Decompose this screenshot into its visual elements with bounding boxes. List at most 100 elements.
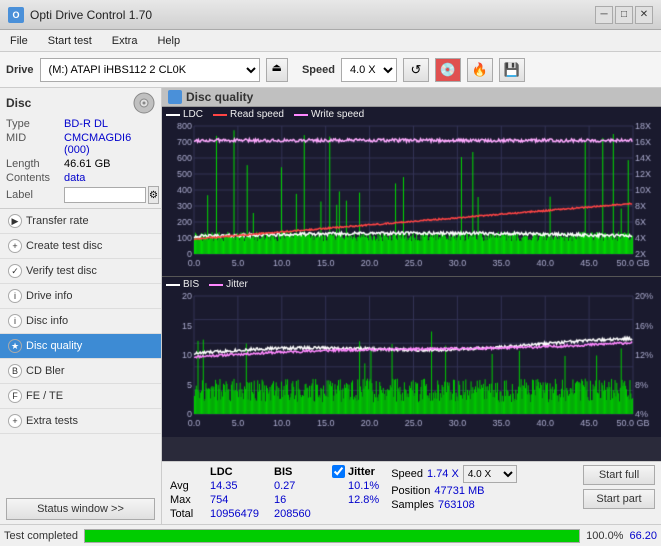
cd-bler-icon: B	[8, 364, 22, 378]
toolbar: Drive (M:) ATAPI iHBS112 2 CL0K ⏏ Speed …	[0, 52, 661, 88]
close-button[interactable]: ✕	[635, 6, 653, 24]
stats-table: LDC BIS Avg 14.35 0.27 Max 754 16 Total …	[168, 465, 324, 521]
menu-extra[interactable]: Extra	[106, 33, 144, 49]
stats-avg-bis: 0.27	[272, 479, 324, 493]
drive-info-icon: i	[8, 289, 22, 303]
stats-max-ldc: 754	[208, 493, 272, 507]
menu-start-test[interactable]: Start test	[42, 33, 98, 49]
samples-row: Samples 763108	[391, 499, 517, 511]
write-speed-legend-line	[294, 114, 308, 116]
status-text: Test completed	[4, 530, 78, 542]
disc-contents-key: Contents	[6, 172, 64, 184]
menubar: File Start test Extra Help	[0, 30, 661, 52]
jitter-checkbox[interactable]	[332, 465, 345, 478]
samples-value: 763108	[438, 499, 475, 511]
nav-disc-quality[interactable]: ★ Disc quality	[0, 334, 161, 359]
disc-type-val: BD-R DL	[64, 118, 108, 130]
transfer-rate-icon: ▶	[8, 214, 22, 228]
legend-read-speed: Read speed	[213, 109, 284, 120]
nav-transfer-rate-label: Transfer rate	[26, 215, 89, 227]
status-bar: Test completed 100.0% 66.20	[0, 524, 661, 546]
verify-test-disc-icon: ✓	[8, 264, 22, 278]
speed-stat-select[interactable]: 4.0 X	[463, 465, 517, 483]
jitter-avg: 10.1%	[332, 480, 379, 492]
stats-total-ldc: 10956479	[208, 507, 272, 521]
disc-info-icon: i	[8, 314, 22, 328]
top-chart-canvas	[162, 122, 661, 274]
jitter-row: Jitter	[332, 465, 379, 478]
nav-drive-info[interactable]: i Drive info	[0, 284, 161, 309]
disc-length-row: Length 46.61 GB	[6, 158, 155, 170]
stats-header-bis: BIS	[272, 465, 324, 479]
burn-button[interactable]: 🔥	[467, 58, 493, 82]
start-full-button[interactable]: Start full	[583, 465, 655, 485]
nav-verify-test-disc[interactable]: ✓ Verify test disc	[0, 259, 161, 284]
nav-fe-te[interactable]: F FE / TE	[0, 384, 161, 409]
refresh-button[interactable]: ↺	[403, 58, 429, 82]
content-area: Disc quality LDC Read speed	[162, 88, 661, 524]
sidebar: Disc Type BD-R DL MID CMCMAGDI6 (000) Le…	[0, 88, 162, 524]
progress-percent: 100.0%	[586, 530, 623, 542]
stats-avg-ldc: 14.35	[208, 479, 272, 493]
bis-legend-line	[166, 284, 180, 286]
speed-stat-label: Speed	[391, 468, 423, 480]
chart-header-icon	[168, 90, 182, 104]
disc-section-label: Disc	[6, 96, 31, 110]
disc-type-key: Type	[6, 118, 64, 130]
bis-legend-label: BIS	[183, 279, 199, 290]
titlebar: O Opti Drive Control 1.70 ─ □ ✕	[0, 0, 661, 30]
minimize-button[interactable]: ─	[595, 6, 613, 24]
position-row: Position 47731 MB	[391, 485, 517, 497]
stats-header-empty	[168, 465, 208, 479]
start-part-button[interactable]: Start part	[583, 489, 655, 509]
chart-title: Disc quality	[186, 90, 253, 104]
nav-disc-quality-label: Disc quality	[26, 340, 82, 352]
create-test-disc-icon: +	[8, 239, 22, 253]
save-button[interactable]: 💾	[499, 58, 525, 82]
progress-value: 66.20	[629, 530, 657, 542]
nav-create-test-disc-label: Create test disc	[26, 240, 102, 252]
maximize-button[interactable]: □	[615, 6, 633, 24]
disc-mid-val: CMCMAGDI6 (000)	[64, 132, 155, 156]
ldc-legend-line	[166, 114, 180, 116]
nav-disc-info-label: Disc info	[26, 315, 68, 327]
disc-panel-header: Disc	[6, 92, 155, 114]
stats-area: LDC BIS Avg 14.35 0.27 Max 754 16 Total …	[162, 461, 661, 524]
app-icon: O	[8, 7, 24, 23]
nav-drive-info-label: Drive info	[26, 290, 72, 302]
main-layout: Disc Type BD-R DL MID CMCMAGDI6 (000) Le…	[0, 88, 661, 524]
menu-help[interactable]: Help	[151, 33, 186, 49]
disc-label-row: Label ⚙	[6, 186, 155, 204]
legend-bis: BIS	[166, 279, 199, 290]
disc-label-btn[interactable]: ⚙	[148, 186, 159, 204]
eject-button[interactable]: ⏏	[266, 58, 288, 82]
write-speed-legend-label: Write speed	[311, 109, 364, 120]
drive-select[interactable]: (M:) ATAPI iHBS112 2 CL0K	[40, 58, 260, 82]
nav-extra-tests-label: Extra tests	[26, 415, 78, 427]
chart-header: Disc quality	[162, 88, 661, 107]
nav-transfer-rate[interactable]: ▶ Transfer rate	[0, 209, 161, 234]
menu-file[interactable]: File	[4, 33, 34, 49]
drive-label: Drive	[6, 64, 34, 76]
stats-header-ldc: LDC	[208, 465, 272, 479]
disc-button[interactable]: 💿	[435, 58, 461, 82]
jitter-legend-label: Jitter	[226, 279, 248, 290]
nav-disc-info[interactable]: i Disc info	[0, 309, 161, 334]
speed-row: Speed 1.74 X 4.0 X	[391, 465, 517, 483]
speed-select[interactable]: 4.0 X 1.0 X 2.0 X 8.0 X Max	[341, 58, 397, 82]
stats-max-bis: 16	[272, 493, 324, 507]
fe-te-icon: F	[8, 389, 22, 403]
titlebar-title: Opti Drive Control 1.70	[30, 8, 152, 22]
stats-max-label: Max	[168, 493, 208, 507]
nav-extra-tests[interactable]: + Extra tests	[0, 409, 161, 434]
status-window-button[interactable]: Status window >>	[6, 498, 155, 520]
nav-verify-test-disc-label: Verify test disc	[26, 265, 97, 277]
disc-mid-row: MID CMCMAGDI6 (000)	[6, 132, 155, 156]
nav-fe-te-label: FE / TE	[26, 390, 63, 402]
position-label: Position	[391, 485, 430, 497]
disc-label-input[interactable]	[64, 187, 146, 203]
legend-write-speed: Write speed	[294, 109, 364, 120]
legend-ldc: LDC	[166, 109, 203, 120]
nav-create-test-disc[interactable]: + Create test disc	[0, 234, 161, 259]
nav-cd-bler[interactable]: B CD Bler	[0, 359, 161, 384]
